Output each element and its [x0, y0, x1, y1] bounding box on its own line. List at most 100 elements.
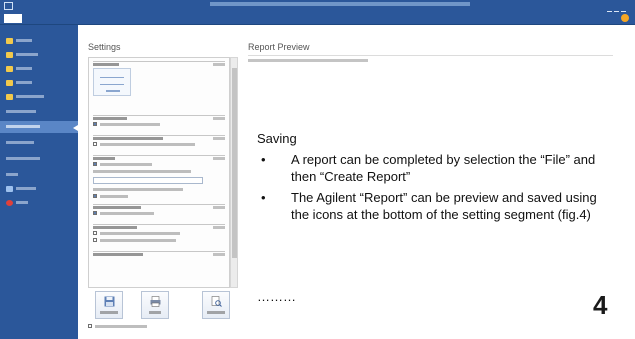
slide-bullet: • The Agilent “Report” can be preview an…	[257, 189, 602, 223]
sidebar-item-save-as[interactable]	[0, 49, 78, 61]
option-row[interactable]	[93, 237, 225, 244]
checkbox[interactable]	[93, 238, 97, 242]
sidebar-item-open[interactable]	[0, 63, 78, 75]
settings-section	[93, 155, 225, 175]
sidebar-item-label	[6, 125, 40, 129]
save-as-icon	[6, 52, 13, 58]
save-button[interactable]	[95, 291, 123, 319]
sidebar-item-label	[16, 39, 32, 43]
option-row[interactable]	[93, 210, 225, 217]
section-title[interactable]	[93, 61, 225, 67]
tab-comparison[interactable]	[54, 14, 84, 23]
section-tools[interactable]	[213, 206, 225, 209]
checkbox[interactable]	[93, 194, 97, 198]
open-after-saving-option[interactable]	[88, 323, 168, 330]
save-icon	[6, 38, 13, 44]
window-controls	[605, 3, 627, 16]
divider	[248, 55, 613, 56]
settings-list	[88, 57, 230, 288]
sidebar-item-label	[16, 201, 28, 205]
checkbox[interactable]	[93, 122, 97, 126]
option-row	[93, 186, 225, 193]
report-logo-image[interactable]	[93, 68, 131, 96]
settings-section	[93, 251, 225, 257]
option-row[interactable]	[93, 121, 225, 128]
app-system-icon[interactable]	[4, 2, 13, 10]
print-button[interactable]	[141, 291, 169, 319]
sidebar-item-close-all[interactable]	[0, 91, 78, 103]
slide-ellipsis: ………	[257, 289, 296, 304]
settings-heading: Settings	[88, 42, 121, 52]
slide-title: Saving	[257, 131, 297, 146]
settings-section	[93, 204, 225, 217]
sidebar-item-label	[6, 157, 40, 161]
section-tools[interactable]	[213, 117, 225, 120]
option-row	[93, 168, 225, 175]
checkbox[interactable]	[93, 142, 97, 146]
window-title	[210, 2, 470, 6]
checkbox[interactable]	[93, 211, 97, 215]
option-row[interactable]	[93, 193, 225, 200]
preview-icon	[211, 296, 222, 307]
sidebar-item-close[interactable]	[0, 77, 78, 89]
sidebar-item-label	[6, 110, 36, 114]
sidebar-item-label	[6, 141, 34, 145]
report-preview-heading: Report Preview	[248, 42, 310, 52]
section-tools[interactable]	[213, 253, 225, 256]
open-folder-icon	[6, 66, 13, 72]
help-icon[interactable]	[621, 14, 629, 22]
logo-graphic	[100, 77, 124, 85]
option-row[interactable]	[93, 141, 225, 148]
tab-views[interactable]	[26, 14, 50, 23]
settings-section	[93, 135, 225, 148]
settings-section	[93, 186, 225, 200]
section-title[interactable]	[93, 251, 225, 257]
slide-page-number: 4	[593, 290, 608, 320]
bullet-text: The Agilent “Report” can be preview and …	[291, 190, 597, 222]
sidebar-item-label	[16, 95, 44, 99]
sidebar-item-label	[16, 67, 32, 71]
settings-section	[93, 224, 225, 244]
tab-file[interactable]	[4, 14, 22, 23]
sample-select[interactable]	[93, 177, 203, 184]
sidebar-item-save[interactable]	[0, 35, 78, 47]
print-icon	[150, 296, 161, 307]
sidebar-item-create-reports[interactable]	[0, 121, 78, 133]
checkbox[interactable]	[93, 162, 97, 166]
scroll-thumb[interactable]	[232, 68, 237, 258]
sidebar-item-label	[16, 81, 32, 85]
settings-section	[93, 115, 225, 128]
exit-icon	[6, 200, 13, 206]
bullet-glyph: •	[261, 152, 266, 167]
sidebar-item-help[interactable]	[0, 169, 78, 181]
sidebar-item-label	[6, 173, 18, 177]
section-tools[interactable]	[213, 157, 225, 160]
title-bar	[0, 0, 635, 16]
option-row[interactable]	[93, 230, 225, 237]
sidebar-item-recent-files[interactable]	[0, 106, 78, 118]
section-tools[interactable]	[213, 137, 225, 140]
preview-hint	[248, 59, 368, 62]
sidebar-item-options[interactable]	[0, 183, 78, 195]
section-tools[interactable]	[213, 63, 225, 66]
preview-button[interactable]	[202, 291, 230, 319]
save-icon	[104, 296, 115, 307]
option-row[interactable]	[93, 161, 225, 168]
slide-bullet: • A report can be completed by selection…	[257, 151, 602, 185]
sidebar-item-label	[16, 187, 36, 191]
sidebar-item-label	[16, 53, 38, 57]
settings-scrollbar[interactable]	[230, 57, 238, 288]
selected-pointer	[73, 125, 78, 131]
bullet-text: A report can be completed by selection t…	[291, 152, 596, 184]
section-tools[interactable]	[213, 226, 225, 229]
checkbox[interactable]	[88, 324, 92, 328]
sidebar-item-export[interactable]	[0, 137, 78, 149]
options-icon	[6, 186, 13, 192]
slide-text-box: Saving • A report can be completed by se…	[257, 130, 602, 227]
slide-bullet-list: • A report can be completed by selection…	[257, 151, 602, 223]
ribbon	[0, 12, 635, 25]
logo-caption	[106, 90, 120, 92]
sidebar-item-exit[interactable]	[0, 197, 78, 209]
sidebar-item-run-properties[interactable]	[0, 153, 78, 165]
checkbox[interactable]	[93, 231, 97, 235]
